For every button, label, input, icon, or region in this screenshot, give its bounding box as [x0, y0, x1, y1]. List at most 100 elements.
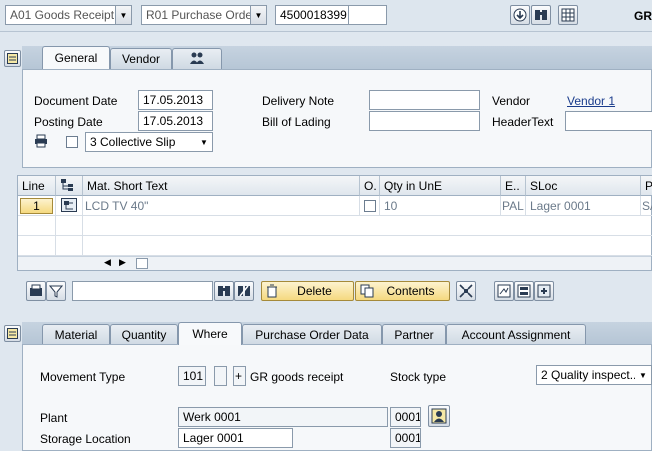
column-header-unit[interactable]: E..	[501, 176, 526, 196]
plant-label: Plant	[40, 411, 68, 425]
storage-location-label: Storage Location	[40, 432, 131, 446]
horizontal-scrollbar[interactable]: ◀ ▶	[18, 256, 651, 270]
item-detail-icon[interactable]	[61, 198, 77, 215]
header-text-label: HeaderText	[492, 115, 554, 129]
export-icon[interactable]	[494, 281, 514, 301]
slip-combo-value: 3 Collective Slip	[90, 135, 176, 149]
people-icon	[189, 52, 205, 67]
vendor-link[interactable]: Vendor 1	[567, 94, 615, 108]
tab-vendor[interactable]: Vendor	[110, 48, 172, 69]
unit-cell[interactable]: PAL	[501, 196, 526, 216]
layout-icon[interactable]	[514, 281, 534, 301]
po-item-field[interactable]	[348, 5, 387, 25]
line-number[interactable]: 1	[20, 198, 53, 214]
stock-type-value: 2 Quality inspect...	[541, 368, 640, 382]
contents-button[interactable]: Contents	[355, 281, 450, 301]
header-general-panel	[22, 69, 652, 168]
scroll-right-icon[interactable]: ▶	[119, 257, 126, 268]
detail-cell[interactable]	[56, 196, 83, 216]
posting-date-field[interactable]: 17.05.2013	[138, 111, 213, 131]
document-date-label: Document Date	[34, 94, 118, 108]
column-header-short-text[interactable]: Mat. Short Text	[83, 176, 360, 196]
plant-address-icon[interactable]	[428, 405, 450, 427]
chevron-down-icon[interactable]: ▼	[635, 366, 651, 384]
movement-type-label: Movement Type	[40, 370, 126, 384]
qty-cell[interactable]: 10	[380, 196, 501, 216]
action-combo-value: A01 Goods Receipt	[10, 8, 115, 22]
plant-name-field[interactable]: Werk 0001	[178, 407, 388, 427]
empty-cell	[56, 216, 83, 236]
reference-combo-value: R01 Purchase Order	[146, 8, 257, 22]
chevron-down-icon[interactable]: ▼	[196, 133, 212, 151]
tab-general[interactable]: General	[42, 46, 110, 69]
sloc-cell[interactable]: Lager 0001	[526, 196, 641, 216]
chevron-down-icon[interactable]: ▼	[115, 6, 131, 24]
movement-indicator-field[interactable]	[214, 366, 227, 386]
tab-where[interactable]: Where	[178, 322, 242, 345]
settings-icon[interactable]	[534, 281, 554, 301]
storage-location-code-field[interactable]: 0001	[390, 428, 421, 448]
header-text-field[interactable]	[565, 111, 652, 131]
bill-of-lading-field[interactable]	[369, 111, 480, 131]
short-text-cell[interactable]: LCD TV 40"	[83, 196, 360, 216]
empty-cell	[18, 216, 56, 236]
copy-icon	[360, 284, 374, 301]
column-header-icon[interactable]	[56, 176, 83, 196]
line-cell[interactable]: 1	[18, 196, 56, 216]
slip-combo[interactable]: 3 Collective Slip ▼	[85, 132, 213, 152]
tab-account-assignment[interactable]: Account Assignment	[446, 324, 586, 345]
movement-description: GR goods receipt	[250, 370, 344, 384]
po-number-field[interactable]: 4500018399	[275, 5, 349, 25]
tab-purchase-order-data[interactable]: Purchase Order Data	[242, 324, 382, 345]
collapse-header-icon[interactable]	[4, 50, 21, 67]
empty-cell	[83, 216, 652, 236]
delivery-note-label: Delivery Note	[262, 94, 335, 108]
empty-cell	[83, 236, 652, 256]
item-overview-table: Line Mat. Short Text O. Qty in UnE E.. S…	[17, 175, 652, 271]
stock-type-combo[interactable]: 2 Quality inspect... ▼	[536, 365, 652, 385]
movement-plus-field[interactable]: +	[233, 366, 246, 386]
tab-partners[interactable]	[172, 48, 222, 69]
empty-cell	[18, 236, 56, 256]
column-header-sloc[interactable]: SLoc	[526, 176, 641, 196]
column-header-line[interactable]: Line	[18, 176, 56, 196]
item-search-field[interactable]	[72, 281, 213, 301]
filter-icon[interactable]	[46, 281, 66, 301]
ok-cell[interactable]	[360, 196, 380, 216]
item-ok-checkbox[interactable]	[364, 200, 376, 212]
stock-type-label: Stock type	[390, 370, 447, 384]
empty-cell	[56, 236, 83, 256]
column-header-qty[interactable]: Qty in UnE	[380, 176, 501, 196]
document-date-field[interactable]: 17.05.2013	[138, 90, 213, 110]
column-header-ok[interactable]: O.	[360, 176, 380, 196]
scroll-thumb[interactable]	[136, 258, 148, 269]
chevron-down-icon[interactable]: ▼	[250, 6, 266, 24]
expand-icon[interactable]	[456, 281, 476, 301]
storage-location-name-field[interactable]: Lager 0001	[178, 428, 293, 448]
reference-combo[interactable]: R01 Purchase Order ▼	[141, 5, 267, 25]
movement-type-field[interactable]: 101	[178, 366, 206, 386]
bill-of-lading-label: Bill of Lading	[262, 115, 331, 129]
delete-label: Delete	[297, 284, 332, 298]
print-checkbox[interactable]	[66, 136, 78, 148]
action-combo[interactable]: A01 Goods Receipt ▼	[5, 5, 132, 25]
column-header-plant[interactable]: P	[641, 176, 652, 196]
find-next-icon[interactable]	[234, 281, 254, 301]
execute-icon[interactable]	[510, 5, 530, 25]
find-icon[interactable]	[214, 281, 234, 301]
delete-button[interactable]: Delete	[261, 281, 354, 301]
tab-quantity[interactable]: Quantity	[110, 324, 178, 345]
delivery-note-field[interactable]	[369, 90, 480, 110]
table-view-icon[interactable]	[558, 5, 578, 25]
find-icon[interactable]	[531, 5, 551, 25]
plant-code-field[interactable]: 0001	[390, 407, 421, 427]
vendor-label: Vendor	[492, 94, 531, 108]
contents-label: Contents	[386, 284, 435, 298]
plant-cell[interactable]: SA	[641, 196, 652, 216]
select-all-icon[interactable]	[26, 281, 46, 301]
scroll-left-icon[interactable]: ◀	[104, 257, 111, 268]
collapse-detail-icon[interactable]	[4, 325, 21, 342]
print-icon[interactable]	[34, 134, 48, 151]
tab-material[interactable]: Material	[42, 324, 110, 345]
tab-partner[interactable]: Partner	[382, 324, 446, 345]
